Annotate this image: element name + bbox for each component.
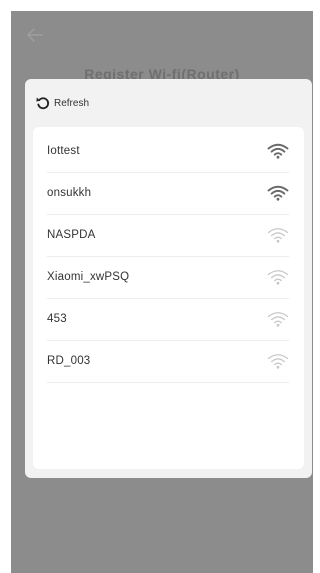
wifi-list-sheet: Refresh Iottest onsukkh NASPDA Xiaomi_xwPSQ…	[25, 79, 312, 478]
network-ssid: Xiaomi_xwPSQ	[47, 271, 130, 283]
network-row[interactable]: NASPDA	[47, 214, 289, 257]
refresh-label: Refresh	[54, 97, 90, 109]
network-ssid: 453	[47, 313, 67, 325]
back-button[interactable]	[23, 23, 47, 47]
phone-screen: Register Wi-fi(Router) Refresh Iottest on…	[11, 11, 313, 573]
network-ssid: RD_003	[47, 355, 91, 367]
network-ssid: NASPDA	[47, 229, 96, 241]
arrow-left-icon	[27, 28, 43, 42]
wifi-signal-icon	[267, 269, 289, 285]
network-row[interactable]: onsukkh	[47, 172, 289, 215]
network-row[interactable]: Xiaomi_xwPSQ	[47, 256, 289, 299]
wifi-signal-icon	[267, 227, 289, 243]
network-row[interactable]: 453	[47, 298, 289, 341]
wifi-signal-icon	[267, 311, 289, 327]
refresh-icon	[35, 95, 51, 111]
network-list: Iottest onsukkh NASPDA Xiaomi_xwPSQ 453 RD_00…	[33, 127, 304, 469]
wifi-signal-icon	[267, 353, 289, 369]
wifi-signal-icon	[267, 143, 289, 159]
network-row[interactable]: Iottest	[47, 130, 289, 173]
network-ssid: onsukkh	[47, 187, 92, 199]
wifi-signal-icon	[267, 185, 289, 201]
network-ssid: Iottest	[47, 145, 80, 157]
refresh-button[interactable]: Refresh	[35, 93, 89, 113]
network-row[interactable]: RD_003	[47, 340, 289, 383]
